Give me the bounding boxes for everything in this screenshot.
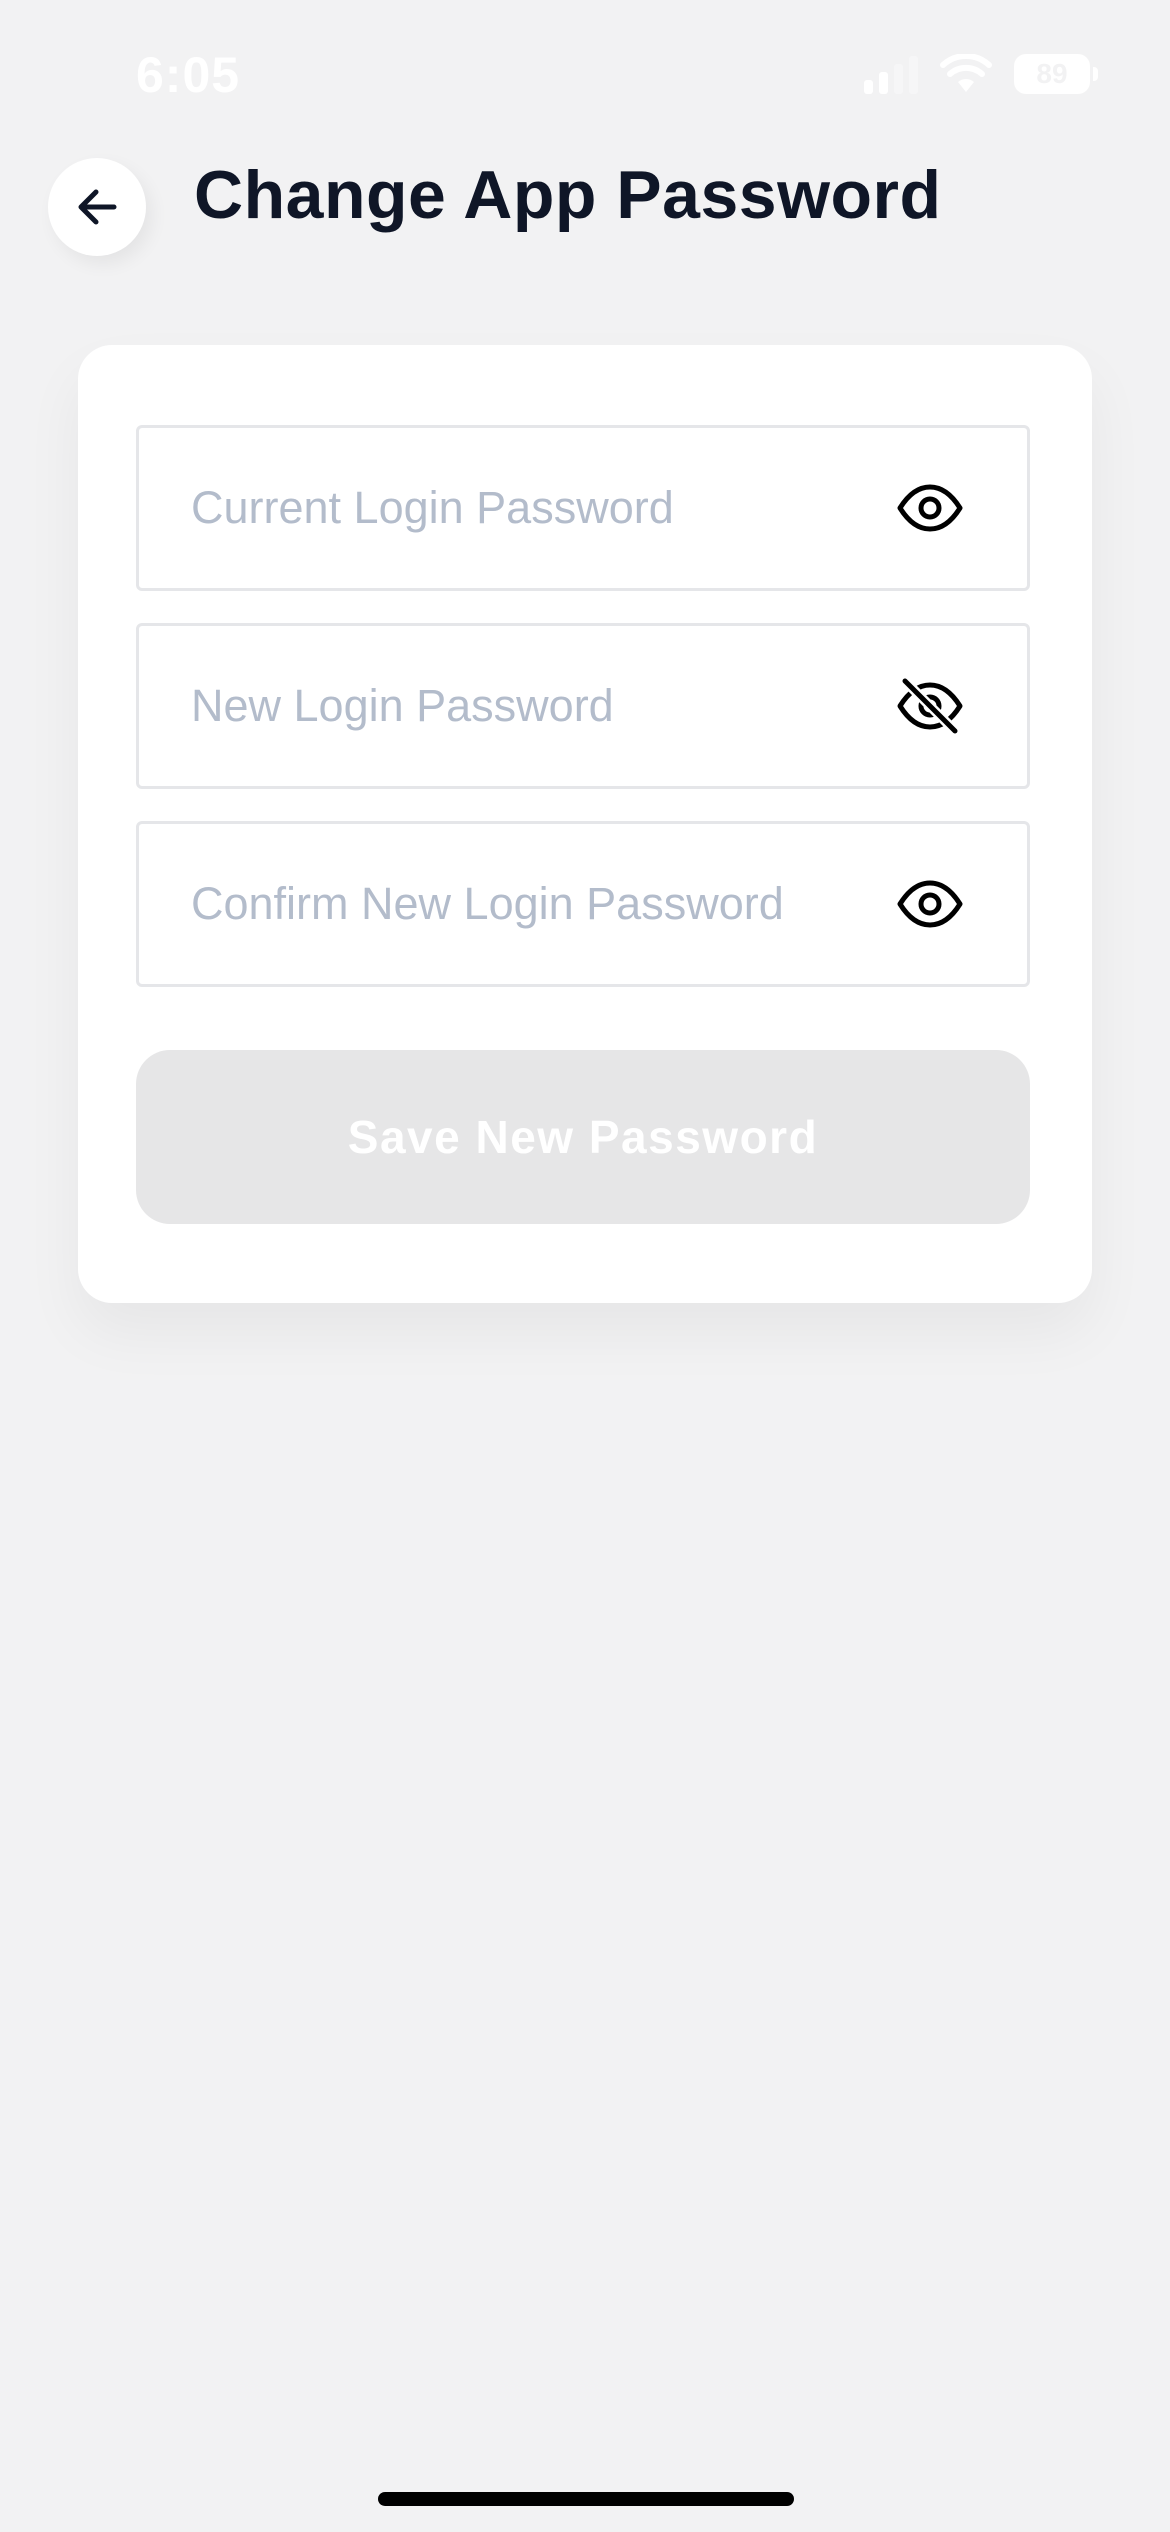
- arrow-left-icon: [78, 189, 117, 225]
- cellular-signal-icon: [864, 54, 918, 94]
- current-password-field: [136, 425, 1030, 591]
- change-password-screen: 6:05 89 Change App Password New Login Pa…: [0, 0, 1170, 2532]
- battery-level: 89: [1036, 58, 1068, 89]
- save-new-password-button[interactable]: Save New Password: [136, 1050, 1030, 1224]
- status-icons: 89: [864, 54, 1098, 94]
- back-button[interactable]: [48, 158, 146, 256]
- new-password-field: [136, 623, 1030, 789]
- status-time: 6:05: [136, 47, 241, 103]
- confirm-password-field: [136, 821, 1030, 987]
- eye-icon: [897, 880, 963, 928]
- eye-off-icon: [897, 677, 963, 735]
- home-indicator[interactable]: [378, 2492, 794, 2506]
- wifi-icon: [940, 54, 992, 92]
- new-password-input[interactable]: [191, 626, 851, 786]
- status-bar: 6:05 89: [0, 0, 1170, 150]
- password-form-card: Save New Password: [78, 345, 1092, 1303]
- eye-icon: [897, 484, 963, 532]
- current-password-input[interactable]: [191, 428, 851, 588]
- battery-icon: 89: [1014, 54, 1098, 94]
- confirm-password-input[interactable]: [191, 824, 851, 984]
- confirm-password-visibility-toggle[interactable]: [895, 869, 965, 939]
- current-password-visibility-toggle[interactable]: [895, 473, 965, 543]
- page-title: Change App Password: [194, 157, 942, 233]
- new-password-visibility-toggle[interactable]: [895, 671, 965, 741]
